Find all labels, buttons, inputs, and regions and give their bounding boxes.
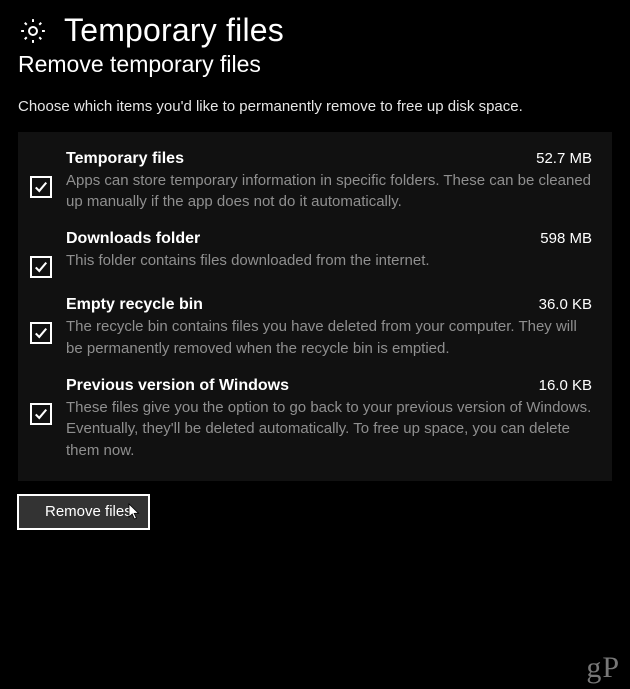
item-description: This folder contains files downloaded fr…: [66, 250, 592, 271]
items-panel: Temporary files 52.7 MB Apps can store t…: [18, 132, 612, 481]
list-item: Downloads folder 598 MB This folder cont…: [30, 230, 592, 278]
checkmark-icon: [34, 326, 48, 340]
watermark-g: g: [586, 651, 602, 684]
item-description: The recycle bin contains files you have …: [66, 316, 592, 359]
list-item: Empty recycle bin 36.0 KB The recycle bi…: [30, 296, 592, 359]
item-size: 16.0 KB: [539, 377, 592, 394]
item-size: 598 MB: [540, 230, 592, 247]
item-title: Downloads folder: [66, 230, 200, 248]
checkmark-icon: [34, 407, 48, 421]
page-title: Temporary files: [64, 12, 284, 49]
list-item: Temporary files 52.7 MB Apps can store t…: [30, 150, 592, 213]
list-item: Previous version of Windows 16.0 KB Thes…: [30, 377, 592, 461]
action-row: Remove files: [18, 495, 612, 529]
item-description: These files give you the option to go ba…: [66, 397, 592, 461]
remove-files-label: Remove files: [45, 503, 132, 520]
cursor-icon: [128, 503, 140, 521]
checkmark-icon: [34, 260, 48, 274]
watermark-p: P: [602, 651, 620, 684]
intro-text: Choose which items you'd like to permane…: [18, 96, 578, 118]
remove-files-button[interactable]: Remove files: [18, 495, 149, 529]
checkbox-temporary-files[interactable]: [30, 176, 52, 198]
checkbox-downloads-folder[interactable]: [30, 256, 52, 278]
checkmark-icon: [34, 180, 48, 194]
item-description: Apps can store temporary information in …: [66, 170, 592, 213]
checkbox-previous-windows[interactable]: [30, 403, 52, 425]
item-title: Empty recycle bin: [66, 296, 203, 314]
watermark: gP: [586, 651, 620, 685]
checkbox-recycle-bin[interactable]: [30, 322, 52, 344]
gear-icon: [18, 16, 48, 46]
header: Temporary files: [18, 12, 612, 49]
item-size: 52.7 MB: [536, 150, 592, 167]
item-title: Previous version of Windows: [66, 377, 289, 395]
item-title: Temporary files: [66, 150, 184, 168]
page-subtitle: Remove temporary files: [18, 51, 612, 78]
item-size: 36.0 KB: [539, 296, 592, 313]
